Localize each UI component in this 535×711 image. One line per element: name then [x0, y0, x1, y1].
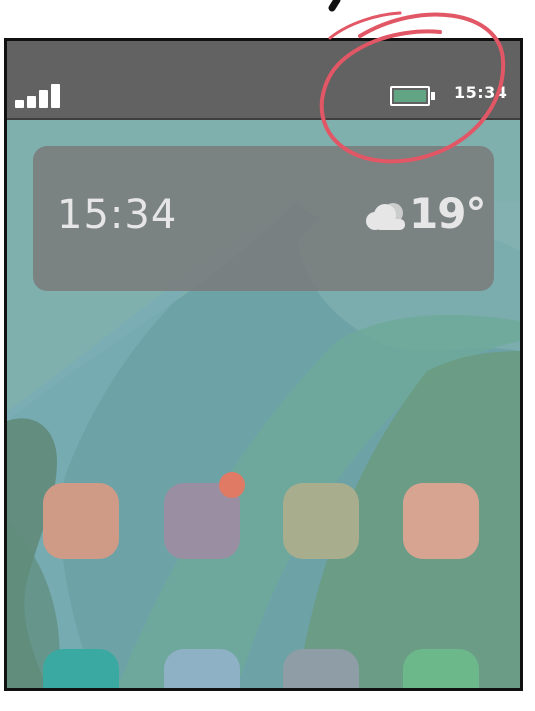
app-icon-8[interactable]	[403, 649, 479, 688]
battery-tip	[431, 92, 435, 100]
app-icon-6[interactable]	[164, 649, 240, 688]
battery-icon	[390, 86, 430, 106]
app-icon-1[interactable]	[43, 483, 119, 559]
wallpaper	[7, 41, 520, 688]
clock-weather-widget[interactable]: 15:34 19°	[33, 146, 494, 291]
app-icon-5[interactable]	[43, 649, 119, 688]
app-icon-7[interactable]	[283, 649, 359, 688]
battery-level-fill	[394, 90, 426, 102]
widget-clock-time: 15:34	[57, 192, 178, 238]
notification-badge	[219, 472, 245, 498]
signal-bars-icon	[15, 82, 63, 108]
app-icon-3[interactable]	[283, 483, 359, 559]
partly-cloudy-icon	[366, 203, 405, 230]
widget-temperature: 19°	[409, 189, 486, 238]
status-bar-time: 15:34	[454, 83, 508, 102]
status-bar: 15:34	[7, 41, 520, 120]
app-icon-4[interactable]	[403, 483, 479, 559]
phone-screen: 15:34 15:34 19°	[4, 38, 523, 691]
